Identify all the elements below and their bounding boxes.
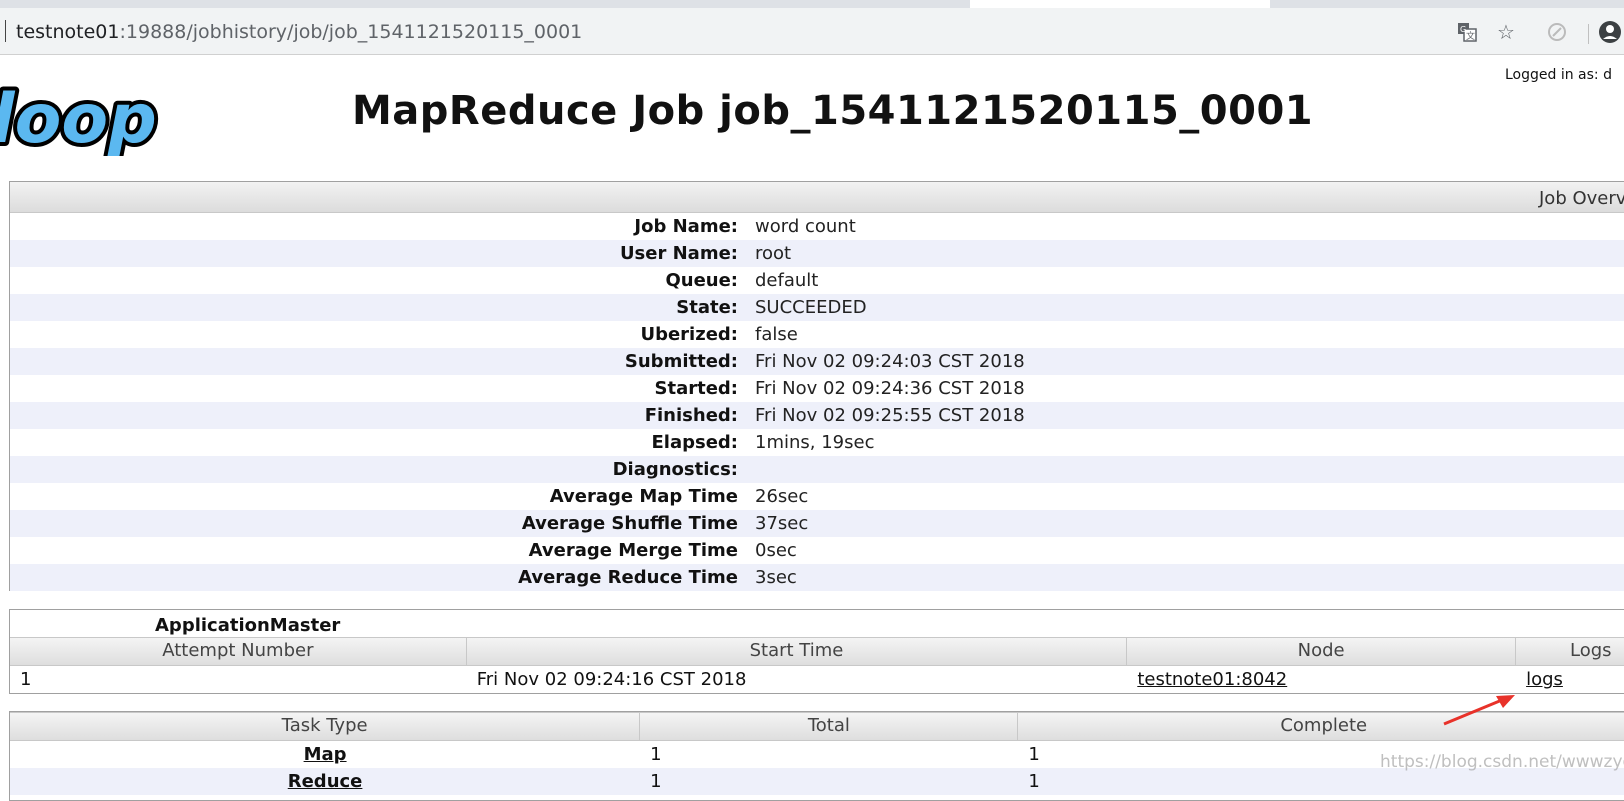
tab-strip: [0, 0, 1624, 8]
overview-key: State:: [676, 297, 738, 318]
url-text[interactable]: testnote01:19888/jobhistory/job/job_1541…: [16, 20, 582, 44]
toolbar-divider: [1588, 24, 1589, 44]
overview-key: Elapsed:: [651, 432, 738, 453]
task-type-header: Task Type Total Complete: [10, 712, 1624, 741]
overview-value: 37sec: [755, 513, 809, 534]
text-cursor: [5, 20, 6, 42]
overview-key: Average Shuffle Time: [521, 513, 738, 534]
overview-row: Elapsed: 1mins, 19sec: [10, 429, 1624, 456]
overview-row: Average Shuffle Time 37sec: [10, 510, 1624, 537]
overview-key: Average Reduce Time: [518, 567, 738, 588]
overview-value: Fri Nov 02 09:24:36 CST 2018: [755, 378, 1025, 399]
extension-icon[interactable]: [1545, 20, 1569, 44]
header-start-time[interactable]: Start Time: [467, 638, 1128, 665]
application-master-title: ApplicationMaster: [155, 615, 341, 636]
profile-icon[interactable]: [1598, 20, 1622, 44]
task-type-reduce-link[interactable]: Reduce: [288, 771, 363, 792]
star-icon[interactable]: ☆: [1494, 20, 1518, 44]
overview-row: Average Map Time 26sec: [10, 483, 1624, 510]
overview-value: SUCCEEDED: [755, 297, 867, 318]
overview-value: [738, 456, 755, 483]
overview-row: Started: Fri Nov 02 09:24:36 CST 2018: [10, 375, 1624, 402]
application-master-header: Attempt Number Start Time Node Logs: [10, 637, 1624, 666]
overview-key: Job Name:: [634, 216, 738, 237]
overview-row: Job Name: word count: [10, 213, 1624, 240]
overview-key: Average Merge Time: [528, 540, 738, 561]
overview-key: Submitted:: [624, 351, 738, 372]
overview-value: false: [755, 324, 798, 345]
overview-value: 26sec: [755, 486, 809, 507]
reduce-total: 1: [650, 771, 662, 792]
map-total: 1: [650, 744, 662, 765]
overview-key: Queue:: [665, 270, 738, 291]
annotation-arrow-icon: [1443, 695, 1515, 726]
job-overview-table: Job Overv Job Name: word count User Name: r…: [9, 181, 1624, 591]
overview-row: User Name: root: [10, 240, 1624, 267]
svg-text:文: 文: [1466, 30, 1475, 42]
url-path: :19888/jobhistory/job/job_1541121520115_…: [119, 21, 583, 43]
overview-key: Uberized:: [640, 324, 738, 345]
active-tab[interactable]: [970, 0, 1270, 8]
task-row-reduce: Reduce 1 1: [10, 768, 1624, 795]
overview-row: Average Reduce Time 3sec: [10, 564, 1624, 591]
job-overview-heading: Job Overv: [1539, 188, 1624, 209]
overview-value: default: [755, 270, 819, 291]
node-link[interactable]: testnote01:8042: [1137, 669, 1287, 690]
reduce-complete: 1: [1028, 771, 1040, 792]
header-logs[interactable]: Logs: [1516, 638, 1624, 665]
overview-key: Finished:: [644, 405, 738, 426]
task-type-map-link[interactable]: Map: [304, 744, 347, 765]
overview-key: Diagnostics:: [612, 459, 738, 480]
overview-row: Uberized: false: [10, 321, 1624, 348]
application-master-title-row: ApplicationMaster: [10, 610, 1624, 637]
overview-row: Finished: Fri Nov 02 09:25:55 CST 2018: [10, 402, 1624, 429]
header-attempt-number[interactable]: Attempt Number: [10, 638, 467, 665]
header-task-type[interactable]: Task Type: [10, 713, 641, 740]
address-bar[interactable]: testnote01:19888/jobhistory/job/job_1541…: [0, 8, 1624, 55]
url-host: testnote01: [16, 21, 120, 43]
header-node[interactable]: Node: [1127, 638, 1517, 665]
overview-row: Diagnostics:: [10, 456, 1624, 483]
overview-key: User Name:: [619, 243, 738, 264]
overview-key: Average Map Time: [549, 486, 738, 507]
overview-row: State: SUCCEEDED: [10, 294, 1624, 321]
logged-in-label: Logged in as: d: [1505, 67, 1612, 83]
page-title: MapReduce Job job_1541121520115_0001: [352, 88, 1314, 134]
overview-value: word count: [755, 216, 856, 237]
application-master-row: 1 Fri Nov 02 09:24:16 CST 2018 testnote0…: [10, 666, 1624, 693]
overview-value: 3sec: [755, 567, 797, 588]
overview-value: Fri Nov 02 09:24:03 CST 2018: [755, 351, 1025, 372]
job-overview-header: Job Overv: [10, 182, 1624, 213]
overview-value: 1mins, 19sec: [755, 432, 875, 453]
watermark: https://blog.csdn.net/wwwzydcom: [1380, 752, 1624, 772]
header-complete[interactable]: Complete: [1018, 713, 1624, 740]
overview-row: Queue: default: [10, 267, 1624, 294]
attempt-number: 1: [20, 669, 32, 690]
overview-value: Fri Nov 02 09:25:55 CST 2018: [755, 405, 1025, 426]
overview-row: Average Merge Time 0sec: [10, 537, 1624, 564]
application-master-table: ApplicationMaster Attempt Number Start T…: [9, 609, 1624, 694]
svg-text:doop: doop: [0, 80, 157, 156]
attempt-start-time: Fri Nov 02 09:24:16 CST 2018: [476, 669, 747, 690]
logs-link[interactable]: logs: [1526, 669, 1563, 690]
header-total[interactable]: Total: [640, 713, 1019, 740]
translate-icon[interactable]: G文: [1455, 20, 1479, 44]
overview-value: 0sec: [755, 540, 797, 561]
overview-key: Started:: [654, 378, 739, 399]
overview-value: root: [755, 243, 792, 264]
hadoop-logo[interactable]: doop doop: [0, 76, 161, 163]
overview-row: Submitted: Fri Nov 02 09:24:03 CST 2018: [10, 348, 1624, 375]
